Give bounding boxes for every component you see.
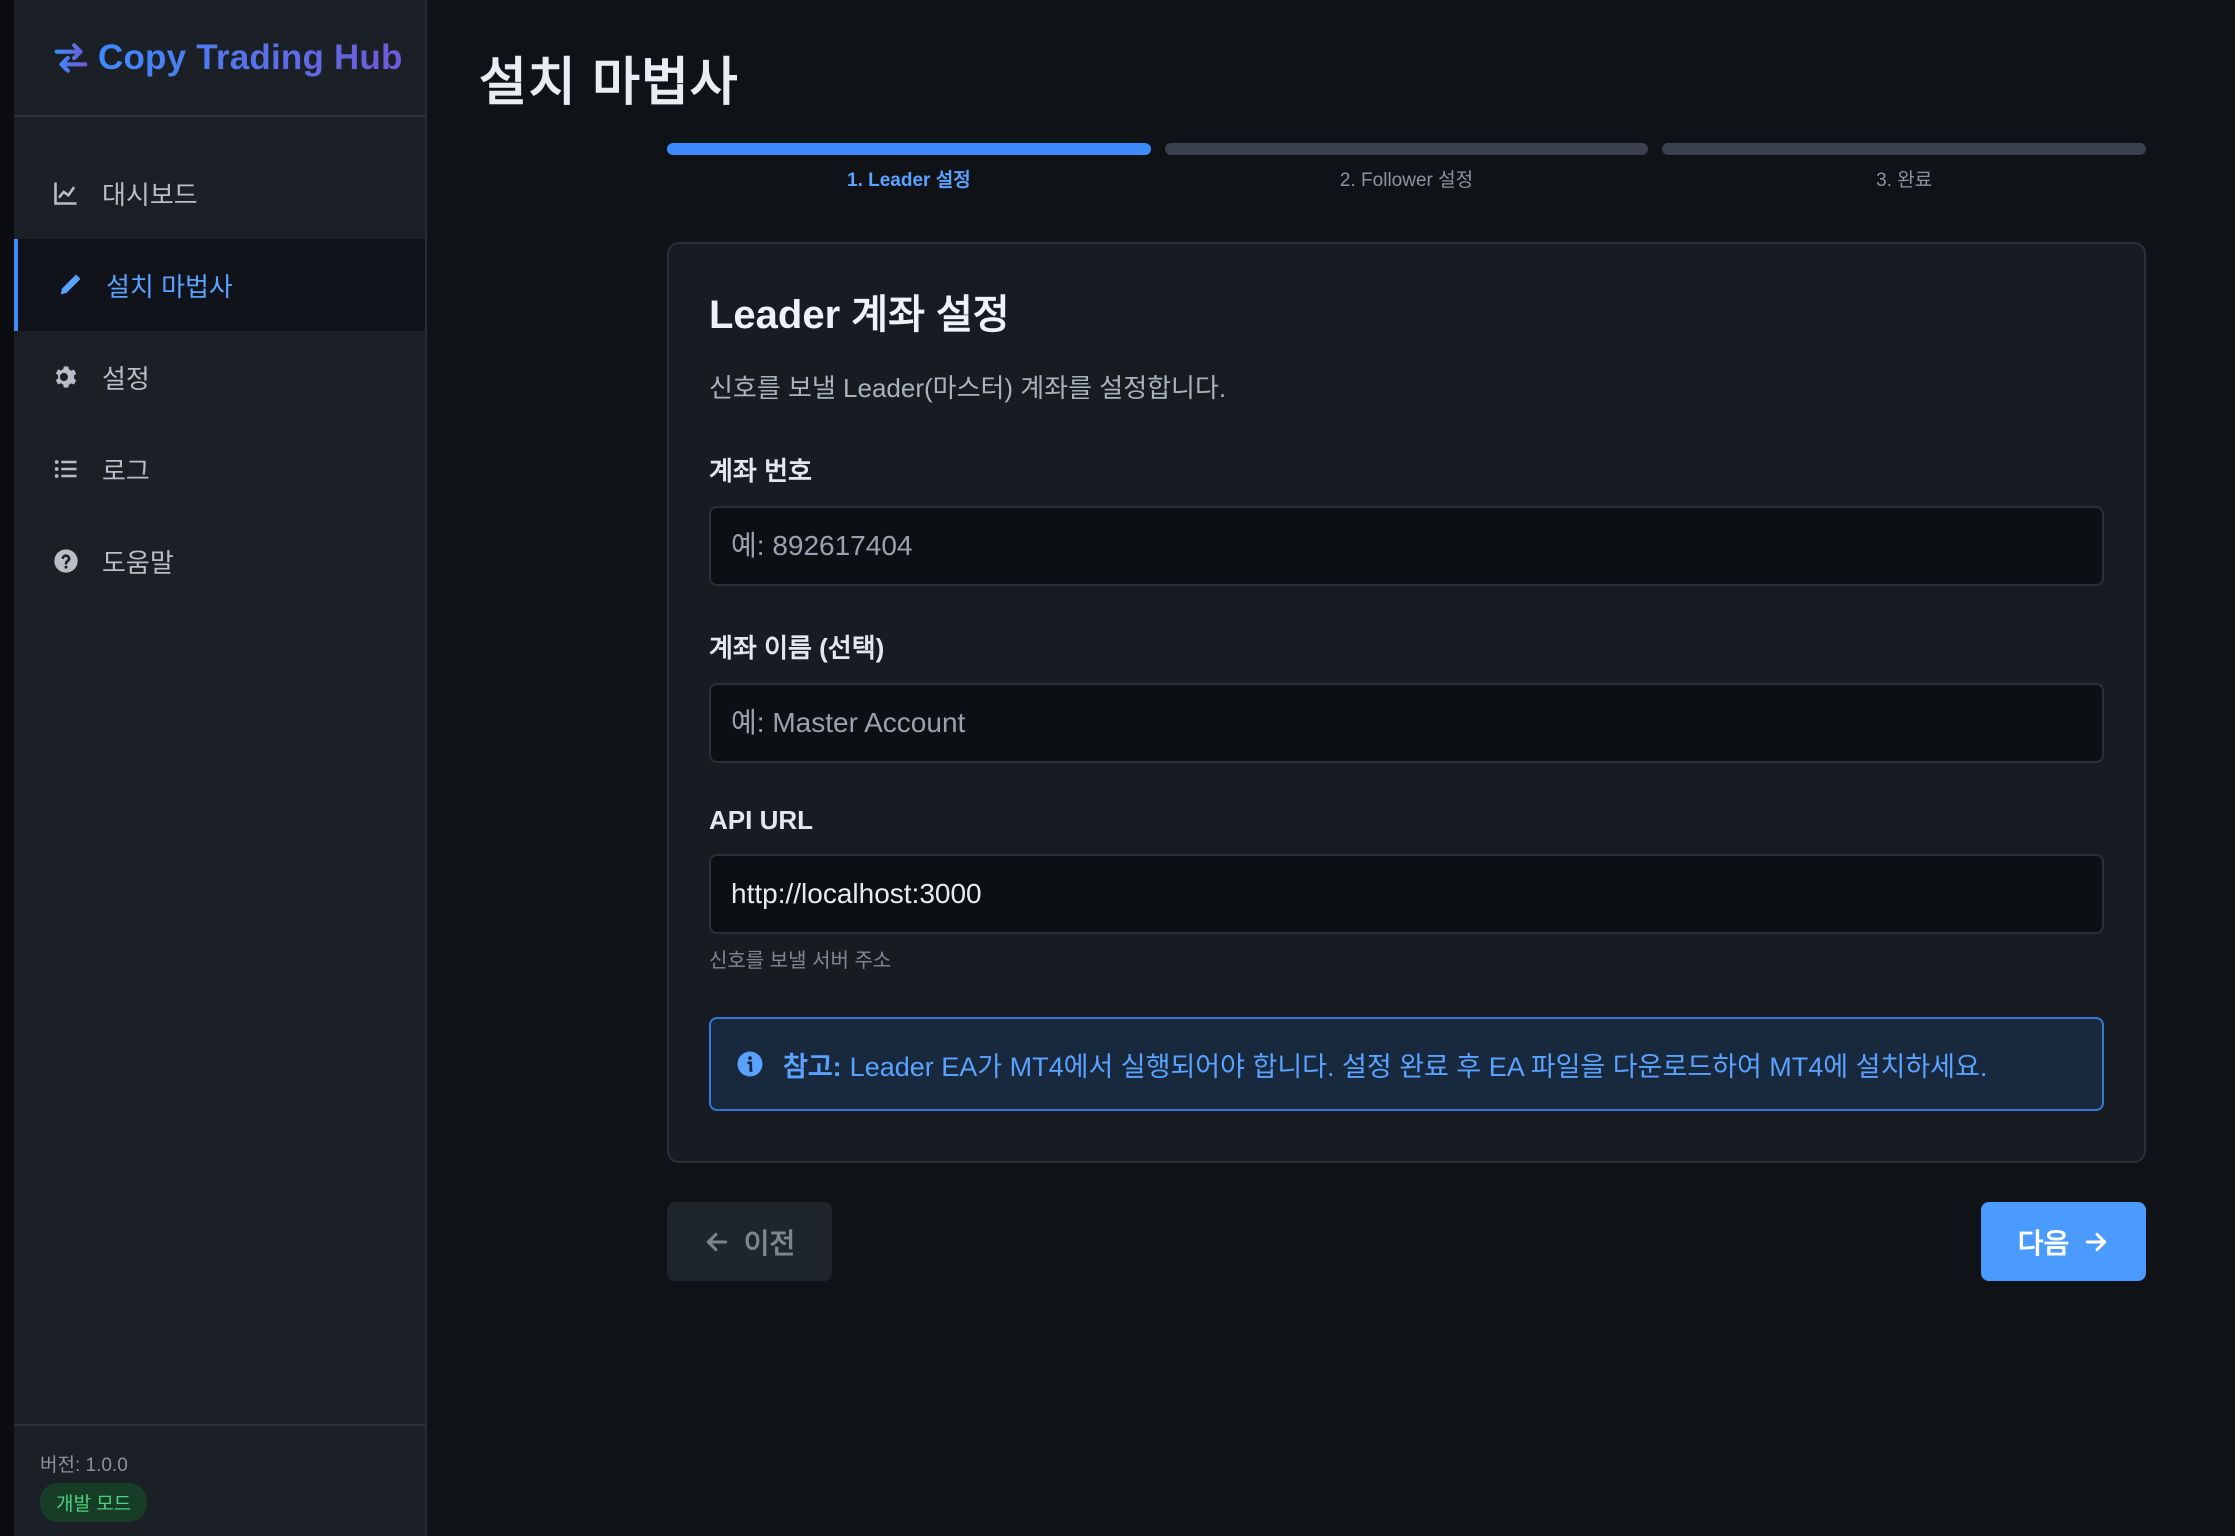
- api-url-input[interactable]: [709, 854, 2104, 934]
- api-url-label: API URL: [709, 805, 813, 835]
- account-name-input[interactable]: [709, 683, 2104, 763]
- wizard-steps: 1. Leader 설정 2. Follower 설정 3. 완료: [667, 143, 2147, 192]
- sidebar-item-help[interactable]: 도움말: [14, 515, 425, 607]
- sidebar-item-label: 대시보드: [102, 179, 198, 210]
- info-alert: 참고: Leader EA가 MT4에서 실행되어야 합니다. 설정 완료 후 E…: [709, 1017, 2104, 1111]
- info-alert-text: 참고: Leader EA가 MT4에서 실행되어야 합니다. 설정 완료 후 E…: [783, 1045, 1987, 1084]
- sidebar-item-dashboard[interactable]: 대시보드: [14, 147, 425, 239]
- chart-line-icon: [52, 179, 80, 207]
- sidebar-item-settings[interactable]: 설정: [14, 331, 425, 423]
- gear-icon: [52, 363, 80, 391]
- brand-title: Copy Trading Hub: [98, 37, 403, 77]
- sidebar-item-label: 설치 마법사: [106, 271, 233, 302]
- sidebar-item-label: 도움말: [102, 547, 174, 578]
- step-label: 2. Follower 설정: [1339, 170, 1474, 191]
- page-title: 설치 마법사: [479, 54, 739, 112]
- card-title: Leader 계좌 설정: [709, 293, 1010, 337]
- prev-button-label: 이전: [743, 1227, 796, 1259]
- sidebar-nav: 대시보드 설치 마법사 설정 로그 도움말: [14, 147, 425, 607]
- pencil-icon: [56, 271, 84, 299]
- question-circle-icon: [52, 547, 80, 575]
- leader-setup-card: Leader 계좌 설정 신호를 보낼 Leader(마스터) 계좌를 설정합니…: [667, 242, 2146, 1163]
- step-progress-bar: [1164, 143, 1649, 155]
- info-alert-body: Leader EA가 MT4에서 실행되어야 합니다. 설정 완료 후 EA 파…: [849, 1051, 1988, 1082]
- info-alert-title: 참고:: [783, 1051, 842, 1082]
- step-progress-bar: [1662, 143, 2147, 155]
- sidebar-footer: 버전: 1.0.0 개발 모드: [14, 1424, 425, 1536]
- account-number-input[interactable]: [709, 506, 2104, 586]
- api-url-help: 신호를 보낼 서버 주소: [709, 950, 892, 972]
- brand[interactable]: Copy Trading Hub: [14, 0, 425, 117]
- step-follower: 2. Follower 설정: [1164, 143, 1649, 192]
- prev-button[interactable]: 이전: [667, 1202, 832, 1281]
- version-text: 버전: 1.0.0: [40, 1455, 128, 1476]
- list-icon: [52, 455, 80, 483]
- dev-mode-badge: 개발 모드: [40, 1483, 148, 1522]
- step-leader: 1. Leader 설정: [667, 143, 1151, 192]
- step-label: 3. 완료: [1876, 170, 1933, 191]
- card-description: 신호를 보낼 Leader(마스터) 계좌를 설정합니다.: [709, 373, 1227, 403]
- sidebar-item-label: 로그: [102, 455, 150, 486]
- account-name-label: 계좌 이름 (선택): [709, 633, 885, 663]
- info-circle-icon: [737, 1051, 763, 1077]
- arrow-right-icon: [2086, 1232, 2107, 1251]
- sidebar-item-logs[interactable]: 로그: [14, 423, 425, 515]
- step-complete: 3. 완료: [1662, 143, 2147, 192]
- step-label: 1. Leader 설정: [847, 170, 971, 191]
- account-number-label: 계좌 번호: [709, 456, 812, 486]
- sidebar-item-setup-wizard[interactable]: 설치 마법사: [14, 239, 425, 331]
- next-button[interactable]: 다음: [1981, 1202, 2146, 1281]
- sidebar: Copy Trading Hub 대시보드 설치 마법사 설정 로그 도움말 버…: [0, 0, 427, 1536]
- main-content: 설치 마법사 1. Leader 설정 2. Follower 설정 3. 완료…: [427, 0, 2235, 1536]
- next-button-label: 다음: [2017, 1227, 2070, 1259]
- exchange-arrows-icon: [54, 42, 88, 73]
- arrow-left-icon: [706, 1232, 727, 1251]
- sidebar-item-label: 설정: [102, 363, 150, 394]
- step-progress-bar: [667, 143, 1151, 155]
